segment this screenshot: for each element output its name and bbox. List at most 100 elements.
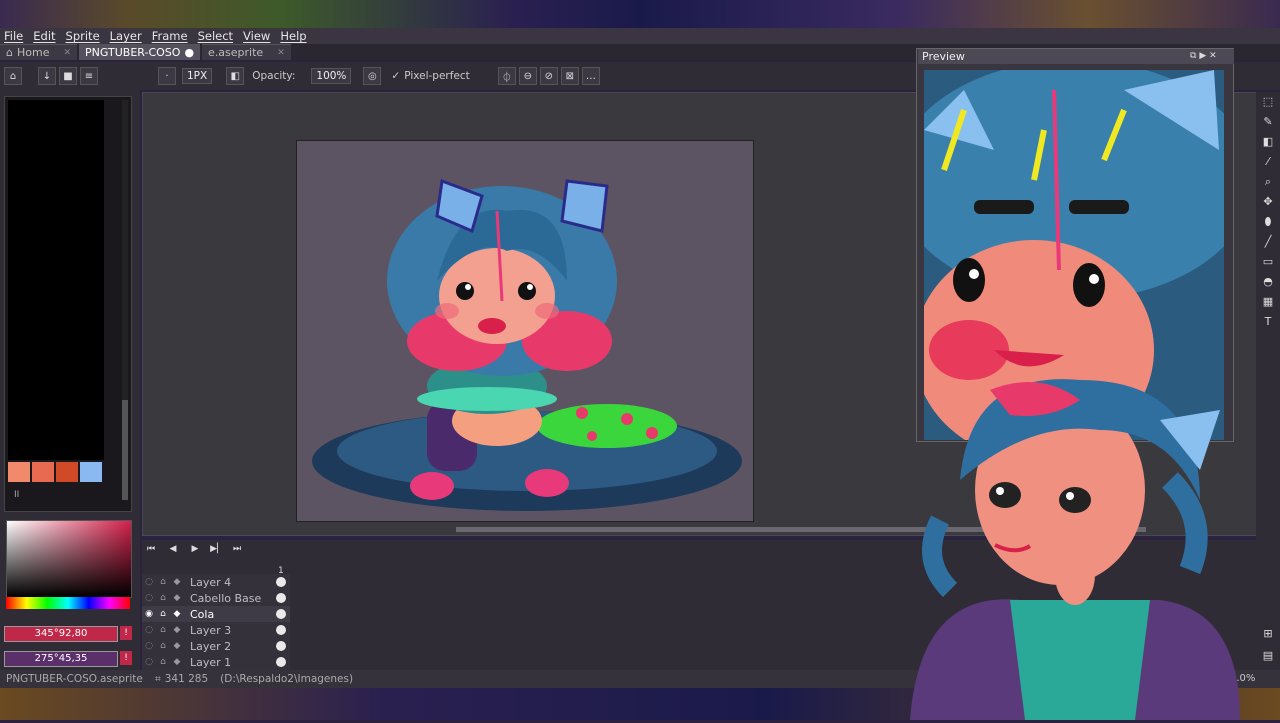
eye-icon[interactable]: ◌ (142, 577, 156, 587)
list-icon[interactable]: ≡ (80, 67, 98, 85)
link-icon[interactable]: ◆ (170, 577, 184, 587)
menu-help[interactable]: Help (280, 29, 306, 43)
link-icon[interactable]: ◆ (170, 641, 184, 651)
lock-icon[interactable]: ⌂ (156, 641, 170, 651)
color-picker-sv[interactable] (6, 520, 132, 598)
menu-select[interactable]: Select (198, 29, 233, 43)
opacity-field[interactable]: 100% (311, 68, 352, 84)
cel-dot-icon[interactable] (276, 641, 286, 651)
link-icon[interactable]: ◆ (170, 625, 184, 635)
tab-home[interactable]: ⌂ Home ✕ (0, 44, 78, 60)
preview-mode-icon[interactable]: ⧉ (1190, 51, 1196, 61)
brush-type-icon[interactable]: · (158, 67, 176, 85)
layer-row-layer1[interactable]: ◌ ⌂ ◆ Layer 1 (142, 654, 290, 671)
fg-color-field[interactable]: 345°92,80 (4, 626, 118, 642)
lock-icon[interactable]: ⌂ (156, 593, 170, 603)
first-frame-icon[interactable]: ⏮ (144, 543, 158, 555)
layer-row-cola[interactable]: ◉ ⌂ ◆ Cola (142, 606, 290, 623)
close-icon[interactable]: ✕ (277, 48, 285, 58)
tab-pngtuber[interactable]: PNGTUBER-COSO ● (79, 44, 201, 60)
tab-home-label: Home (16, 46, 50, 59)
eraser-icon[interactable]: ◧ (1260, 134, 1276, 150)
menubar: File Edit Sprite Layer Frame Select View… (0, 28, 1280, 44)
link-icon[interactable]: ◆ (170, 593, 184, 603)
layer-name: Cola (190, 607, 215, 621)
square-icon[interactable]: ■ (59, 67, 77, 85)
symmetry-both-icon[interactable]: ⊠ (560, 67, 579, 85)
cel-dot-icon[interactable] (276, 577, 286, 587)
vtuber-artwork (910, 379, 1240, 720)
close-icon[interactable]: ✕ (1209, 51, 1217, 61)
next-frame-icon[interactable]: ▶▏ (210, 543, 224, 555)
cel-dot-icon[interactable] (276, 593, 286, 603)
stream-top-strip (0, 0, 1280, 28)
blur-icon[interactable]: ▦ (1260, 294, 1276, 310)
eye-icon[interactable]: ◌ (142, 641, 156, 651)
eyedropper-icon[interactable]: ⁄ (1260, 154, 1276, 170)
ink-icon[interactable]: ◧ (226, 67, 245, 85)
layer-row-cabello-base[interactable]: ◌ ⌂ ◆ Cabello Base (142, 590, 290, 607)
layout-icon[interactable]: ⊞ (1260, 626, 1276, 642)
rectangle-icon[interactable]: ▭ (1260, 254, 1276, 270)
menu-view[interactable]: View (243, 29, 270, 43)
fill-icon[interactable]: ⬮ (1260, 214, 1276, 230)
layer-row-layer2[interactable]: ◌ ⌂ ◆ Layer 2 (142, 638, 290, 655)
eye-icon[interactable]: ◌ (142, 657, 156, 667)
eye-icon[interactable]: ◌ (142, 625, 156, 635)
cel-dot-icon[interactable] (276, 609, 286, 619)
prev-frame-icon[interactable]: ◀ (166, 543, 180, 555)
zoom-icon[interactable]: ⌕ (1260, 174, 1276, 190)
tab-e-aseprite[interactable]: e.aseprite ✕ (202, 44, 291, 60)
tab-e-aseprite-label: e.aseprite (208, 46, 264, 59)
palette-swatch[interactable] (32, 462, 54, 482)
bg-color-field[interactable]: 275°45,35 (4, 651, 118, 667)
layer-row-layer3[interactable]: ◌ ⌂ ◆ Layer 3 (142, 622, 290, 639)
symmetry-v-icon[interactable]: ⊘ (539, 67, 558, 85)
lock-icon[interactable]: ⌂ (4, 67, 22, 85)
menu-edit[interactable]: Edit (33, 29, 55, 43)
menu-frame[interactable]: Frame (152, 29, 188, 43)
more-icon[interactable]: … (581, 67, 600, 85)
sprite-canvas[interactable] (296, 140, 754, 522)
palette-swatch[interactable] (80, 462, 102, 482)
menu-sprite[interactable]: Sprite (66, 29, 100, 43)
link-icon[interactable]: ◆ (170, 657, 184, 667)
brush-size-field[interactable]: 1PX (182, 68, 213, 84)
color-picker-hue[interactable] (6, 597, 130, 609)
fg-warning-icon[interactable]: ! (120, 626, 132, 640)
last-frame-icon[interactable]: ⏭ (230, 543, 244, 555)
lock-icon[interactable]: ⌂ (156, 609, 170, 619)
close-icon[interactable]: ✕ (63, 48, 71, 58)
eye-icon[interactable]: ◌ (142, 593, 156, 603)
lock-icon[interactable]: ⌂ (156, 577, 170, 587)
symmetry-icon[interactable]: ⏀ (497, 67, 516, 85)
palette-scrollbar[interactable] (122, 100, 128, 500)
cel-dot-icon[interactable] (276, 625, 286, 635)
text-icon[interactable]: T (1260, 314, 1276, 330)
palette-swatch[interactable] (56, 462, 78, 482)
play-icon[interactable]: ▶ (188, 543, 202, 555)
pencil-icon[interactable]: ✎ (1260, 114, 1276, 130)
eye-icon[interactable]: ◉ (142, 609, 156, 619)
link-icon[interactable]: ◆ (170, 609, 184, 619)
preview-play-icon[interactable]: ▶ (1199, 51, 1206, 61)
pixel-perfect-check-icon[interactable]: ✓ (391, 70, 400, 82)
grid-icon[interactable]: ▤ (1260, 648, 1276, 664)
menu-file[interactable]: File (4, 29, 23, 43)
lock-icon[interactable]: ⌂ (156, 657, 170, 667)
palette-empty-area[interactable] (8, 100, 104, 460)
move-icon[interactable]: ✥ (1260, 194, 1276, 210)
line-icon[interactable]: ╱ (1260, 234, 1276, 250)
contour-icon[interactable]: ◓ (1260, 274, 1276, 290)
cel-dot-icon[interactable] (276, 657, 286, 667)
palette-swatch[interactable] (8, 462, 30, 482)
modified-dot-icon[interactable]: ● (184, 46, 194, 59)
symmetry-h-icon[interactable]: ⊖ (518, 67, 537, 85)
bg-warning-icon[interactable]: ! (120, 651, 132, 665)
layer-row-layer4[interactable]: ◌ ⌂ ◆ Layer 4 (142, 574, 290, 591)
menu-layer[interactable]: Layer (110, 29, 142, 43)
down-arrow-icon[interactable]: ↓ (38, 67, 56, 85)
marquee-icon[interactable]: ⬚ (1260, 94, 1276, 110)
lock-icon[interactable]: ⌂ (156, 625, 170, 635)
target-icon[interactable]: ◎ (363, 67, 382, 85)
